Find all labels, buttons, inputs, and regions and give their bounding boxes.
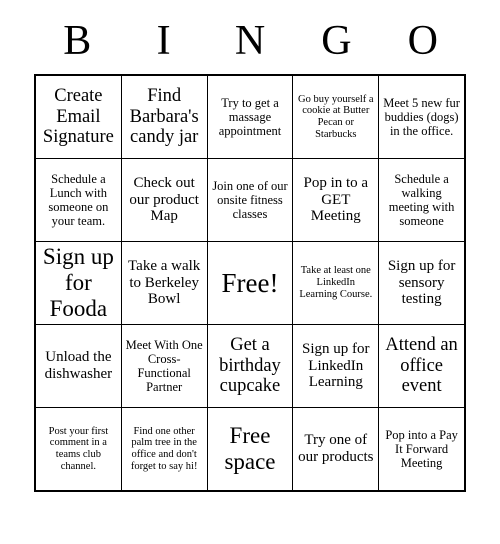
bingo-cell[interactable]: Take a walk to Berkeley Bowl bbox=[120, 241, 208, 325]
bingo-cell-text: Unload the dishwasher bbox=[44, 349, 113, 382]
bingo-row: Schedule a Lunch with someone on your te… bbox=[34, 158, 466, 242]
bingo-cell[interactable]: Schedule a Lunch with someone on your te… bbox=[34, 158, 122, 242]
bingo-cell[interactable]: Find one other palm tree in the office a… bbox=[120, 407, 208, 492]
bingo-letter-i: I bbox=[156, 18, 171, 64]
bingo-cell[interactable]: Unload the dishwasher bbox=[34, 324, 122, 408]
bingo-cell-text: Sign up for LinkedIn Learning bbox=[302, 340, 370, 391]
bingo-cell-text: Schedule a walking meeting with someone bbox=[388, 172, 455, 228]
bingo-cell-text: Find one other palm tree in the office a… bbox=[130, 425, 198, 472]
bingo-cell[interactable]: Pop in to a GET Meeting bbox=[292, 158, 380, 242]
bingo-cell-text: Free! bbox=[221, 267, 279, 298]
bingo-cell-text: Try one of our products bbox=[298, 432, 374, 465]
bingo-cell-text: Take a walk to Berkeley Bowl bbox=[128, 257, 201, 308]
bingo-cell[interactable]: Sign up for sensory testing bbox=[378, 241, 466, 325]
bingo-cell-text: Pop into a Pay It Forward Meeting bbox=[385, 428, 458, 470]
bingo-cell-text: Join one of our onsite fitness classes bbox=[212, 179, 288, 221]
bingo-cell-text: Schedule a Lunch with someone on your te… bbox=[48, 172, 109, 228]
bingo-cell[interactable]: Pop into a Pay It Forward Meeting bbox=[378, 407, 466, 492]
bingo-cell-text: Try to get a massage appointment bbox=[218, 96, 282, 138]
bingo-cell-free-space[interactable]: Free space bbox=[206, 407, 294, 492]
bingo-cell[interactable]: Find Barbara's candy jar bbox=[120, 74, 208, 159]
bingo-cell[interactable]: Go buy yourself a cookie at Butter Pecan… bbox=[292, 74, 380, 159]
bingo-row: Post your first comment in a teams club … bbox=[34, 407, 466, 492]
bingo-cell-text: Go buy yourself a cookie at Butter Pecan… bbox=[298, 93, 374, 140]
bingo-cell[interactable]: Create Email Signature bbox=[34, 74, 122, 159]
bingo-cell-text: Find Barbara's candy jar bbox=[129, 85, 199, 148]
bingo-cell-text: Get a birthday cupcake bbox=[219, 334, 281, 397]
bingo-card: B I N G O Create Email Signature Find Ba… bbox=[0, 0, 500, 544]
bingo-letter-o: O bbox=[407, 18, 438, 64]
bingo-grid: Create Email Signature Find Barbara's ca… bbox=[34, 74, 466, 492]
bingo-cell-text: Meet With One Cross-Functional Partner bbox=[125, 338, 203, 394]
bingo-cell[interactable]: Join one of our onsite fitness classes bbox=[206, 158, 294, 242]
bingo-cell-text: Create Email Signature bbox=[42, 85, 114, 148]
bingo-cell-text: Pop in to a GET Meeting bbox=[303, 174, 369, 225]
bingo-cell-text: Sign up for sensory testing bbox=[387, 257, 456, 308]
bingo-cell-text: Sign up for Fooda bbox=[42, 244, 114, 321]
bingo-cell[interactable]: Meet With One Cross-Functional Partner bbox=[120, 324, 208, 408]
bingo-cell-text: Post your first comment in a teams club … bbox=[48, 425, 109, 472]
bingo-cell[interactable]: Attend an office event bbox=[378, 324, 466, 408]
bingo-row: Sign up for Fooda Take a walk to Berkele… bbox=[34, 241, 466, 325]
bingo-row: Unload the dishwasher Meet With One Cros… bbox=[34, 324, 466, 408]
bingo-cell-text: Attend an office event bbox=[385, 334, 458, 397]
bingo-cell[interactable]: Meet 5 new fur buddies (dogs) in the off… bbox=[378, 74, 466, 159]
bingo-letter-n: N bbox=[234, 18, 266, 64]
bingo-cell-free[interactable]: Free! bbox=[206, 241, 294, 325]
bingo-row: Create Email Signature Find Barbara's ca… bbox=[34, 74, 466, 159]
bingo-cell[interactable]: Get a birthday cupcake bbox=[206, 324, 294, 408]
bingo-cell-text: Check out our product Map bbox=[129, 174, 199, 225]
bingo-letter-b: B bbox=[63, 18, 92, 64]
bingo-cell[interactable]: Check out our product Map bbox=[120, 158, 208, 242]
bingo-cell-text: Free space bbox=[224, 423, 276, 474]
bingo-cell[interactable]: Try to get a massage appointment bbox=[206, 74, 294, 159]
bingo-cell[interactable]: Sign up for Fooda bbox=[34, 241, 122, 325]
bingo-cell-text: Meet 5 new fur buddies (dogs) in the off… bbox=[383, 96, 460, 138]
bingo-cell[interactable]: Try one of our products bbox=[292, 407, 380, 492]
bingo-cell[interactable]: Take at least one LinkedIn Learning Cour… bbox=[292, 241, 380, 325]
bingo-cell-text: Take at least one LinkedIn Learning Cour… bbox=[299, 265, 373, 300]
bingo-cell[interactable]: Schedule a walking meeting with someone bbox=[378, 158, 466, 242]
bingo-cell[interactable]: Post your first comment in a teams club … bbox=[34, 407, 122, 492]
bingo-cell[interactable]: Sign up for LinkedIn Learning bbox=[292, 324, 380, 408]
bingo-header: B I N G O bbox=[34, 0, 466, 64]
bingo-letter-g: G bbox=[321, 18, 352, 64]
